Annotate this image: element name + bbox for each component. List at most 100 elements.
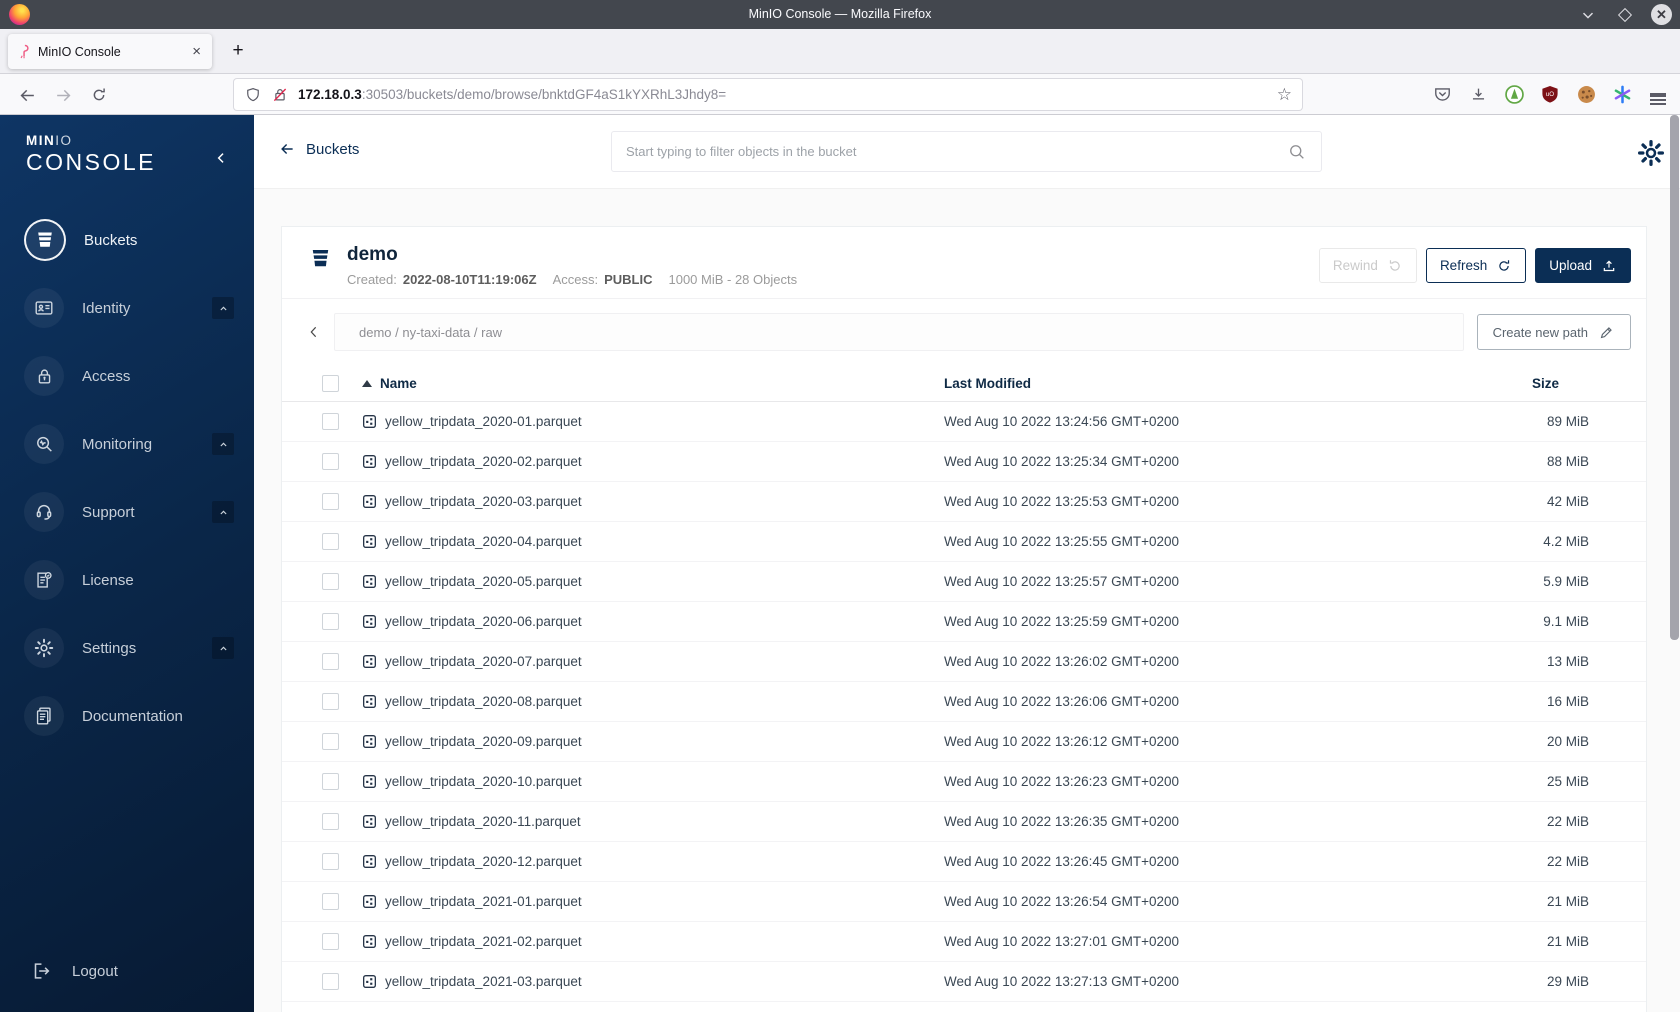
upload-button[interactable]: Upload — [1535, 248, 1631, 283]
row-checkbox[interactable] — [322, 813, 339, 830]
rewind-button[interactable]: Rewind — [1318, 248, 1417, 283]
table-row[interactable]: yellow_tripdata_2020-04.parquet Wed Aug … — [282, 522, 1646, 562]
table-row[interactable]: yellow_tripdata_2020-03.parquet Wed Aug … — [282, 482, 1646, 522]
row-checkbox[interactable] — [322, 933, 339, 950]
row-checkbox[interactable] — [322, 573, 339, 590]
object-file-icon — [362, 414, 377, 429]
chevron-up-icon[interactable] — [212, 297, 234, 319]
browser-back-button[interactable] — [14, 82, 40, 108]
row-checkbox[interactable] — [322, 613, 339, 630]
table-row[interactable]: yellow_tripdata_2020-05.parquet Wed Aug … — [282, 562, 1646, 602]
table-row[interactable]: yellow_tripdata_2020-12.parquet Wed Aug … — [282, 842, 1646, 882]
window-close-button[interactable]: ✕ — [1651, 4, 1672, 25]
row-checkbox[interactable] — [322, 693, 339, 710]
created-label: Created: — [347, 272, 397, 287]
row-checkbox[interactable] — [322, 733, 339, 750]
window-minimize-button[interactable] — [1577, 4, 1599, 26]
browser-forward-button[interactable] — [50, 82, 76, 108]
bucket-header: demo Created: 2022-08-10T11:19:06Z Acces… — [282, 227, 1646, 298]
path-back-chevron-icon[interactable] — [300, 318, 328, 346]
chevron-up-icon[interactable] — [212, 433, 234, 455]
refresh-icon — [1496, 258, 1512, 274]
url-text: 172.18.0.3:30503/buckets/demo/browse/bnk… — [298, 87, 1277, 102]
column-header-modified[interactable]: Last Modified — [944, 376, 1532, 391]
create-new-path-button[interactable]: Create new path — [1476, 314, 1631, 350]
table-row[interactable]: yellow_tripdata_2021-03.parquet Wed Aug … — [282, 962, 1646, 1002]
table-row[interactable]: yellow_tripdata_2020-06.parquet Wed Aug … — [282, 602, 1646, 642]
row-checkbox[interactable] — [322, 653, 339, 670]
sidebar-item-support[interactable]: Support — [0, 478, 254, 546]
search-input[interactable] — [626, 144, 1287, 159]
window-titlebar: MinIO Console — Mozilla Firefox ✕ — [0, 0, 1680, 29]
sidebar-item-buckets[interactable]: Buckets — [0, 206, 254, 274]
breadcrumb[interactable]: demo / ny-taxi-data / raw — [334, 313, 1464, 351]
table-row[interactable]: yellow_tripdata_2020-02.parquet Wed Aug … — [282, 442, 1646, 482]
sidebar-collapse-icon[interactable] — [214, 151, 228, 165]
row-checkbox[interactable] — [322, 773, 339, 790]
column-header-size[interactable]: Size — [1532, 376, 1599, 391]
bucket-name: demo — [347, 244, 398, 265]
browser-toolbar: 172.18.0.3:30503/buckets/demo/browse/bnk… — [0, 74, 1680, 115]
row-checkbox[interactable] — [322, 493, 339, 510]
new-tab-button[interactable]: + — [224, 38, 252, 66]
window-maximize-button[interactable] — [1614, 4, 1636, 26]
object-file-icon — [362, 454, 377, 469]
table-row[interactable]: yellow_tripdata_2020-07.parquet Wed Aug … — [282, 642, 1646, 682]
sidebar-item-monitoring[interactable]: Monitoring — [0, 410, 254, 478]
browser-tab-minio-console[interactable]: MinIO Console × — [8, 34, 212, 69]
url-bar[interactable]: 172.18.0.3:30503/buckets/demo/browse/bnk… — [234, 79, 1302, 110]
insecure-lock-icon[interactable] — [271, 86, 289, 104]
bookmark-star-icon[interactable]: ☆ — [1277, 85, 1292, 105]
page-content: demo Created: 2022-08-10T11:19:06Z Acces… — [254, 188, 1680, 1012]
table-row[interactable]: yellow_tripdata_2020-01.parquet Wed Aug … — [282, 402, 1646, 442]
privacy-badger-extension-icon[interactable] — [1502, 82, 1526, 106]
table-row[interactable]: yellow_tripdata_2021-01.parquet Wed Aug … — [282, 882, 1646, 922]
settings-gear-icon[interactable] — [1636, 138, 1666, 168]
object-filter-searchbox — [611, 131, 1322, 172]
select-all-checkbox[interactable] — [322, 374, 339, 392]
browser-reload-button[interactable] — [86, 82, 112, 108]
chevron-up-icon[interactable] — [212, 501, 234, 523]
minio-console-logo: MINIO CONSOLE — [26, 133, 156, 175]
object-file-icon — [362, 574, 377, 589]
sidebar-item-documentation[interactable]: Documentation — [0, 682, 254, 750]
tab-title: MinIO Console — [38, 44, 121, 59]
downloads-icon[interactable] — [1466, 82, 1490, 106]
logout-label: Logout — [72, 962, 118, 980]
sidebar-item-license[interactable]: License — [0, 546, 254, 614]
table-row[interactable]: yellow_tripdata_2020-08.parquet Wed Aug … — [282, 682, 1646, 722]
table-row[interactable]: yellow_tripdata_2020-11.parquet Wed Aug … — [282, 802, 1646, 842]
row-checkbox[interactable] — [322, 853, 339, 870]
row-checkbox[interactable] — [322, 893, 339, 910]
row-checkbox[interactable] — [322, 413, 339, 430]
refresh-button[interactable]: Refresh — [1425, 248, 1527, 283]
table-row[interactable]: yellow_tripdata_2020-10.parquet Wed Aug … — [282, 762, 1646, 802]
menu-hamburger-icon[interactable] — [1646, 82, 1670, 106]
page-scrollbar[interactable] — [1670, 115, 1679, 640]
asterisk-extension-icon[interactable] — [1610, 82, 1634, 106]
back-to-buckets-link[interactable]: Buckets — [278, 140, 359, 158]
sidebar-item-settings[interactable]: Settings — [0, 614, 254, 682]
table-body: yellow_tripdata_2020-01.parquet Wed Aug … — [282, 402, 1646, 1002]
row-checkbox[interactable] — [322, 973, 339, 990]
create-path-icon — [1598, 324, 1615, 341]
bucket-browser-panel: demo Created: 2022-08-10T11:19:06Z Acces… — [281, 226, 1647, 1012]
sidebar-item-access[interactable]: Access — [0, 342, 254, 410]
access-label: Access: — [552, 272, 599, 287]
column-header-name[interactable]: Name — [380, 376, 417, 391]
tracking-shield-icon[interactable] — [244, 86, 262, 104]
pocket-icon[interactable] — [1430, 82, 1454, 106]
tab-close-icon[interactable]: × — [190, 43, 203, 60]
table-row[interactable]: yellow_tripdata_2020-09.parquet Wed Aug … — [282, 722, 1646, 762]
minio-console-app: MINIO CONSOLE Buckets Identity Access Mo… — [0, 115, 1680, 1012]
row-checkbox[interactable] — [322, 533, 339, 550]
sidebar-item-logout[interactable]: Logout — [30, 960, 118, 982]
cookie-extension-icon[interactable] — [1574, 82, 1598, 106]
row-checkbox[interactable] — [322, 453, 339, 470]
sidebar-item-identity[interactable]: Identity — [0, 274, 254, 342]
chevron-up-icon[interactable] — [212, 637, 234, 659]
table-row[interactable]: yellow_tripdata_2021-02.parquet Wed Aug … — [282, 922, 1646, 962]
object-file-icon — [362, 494, 377, 509]
ublock-origin-extension-icon[interactable]: uO — [1538, 82, 1562, 106]
sort-ascending-icon[interactable] — [362, 379, 372, 387]
